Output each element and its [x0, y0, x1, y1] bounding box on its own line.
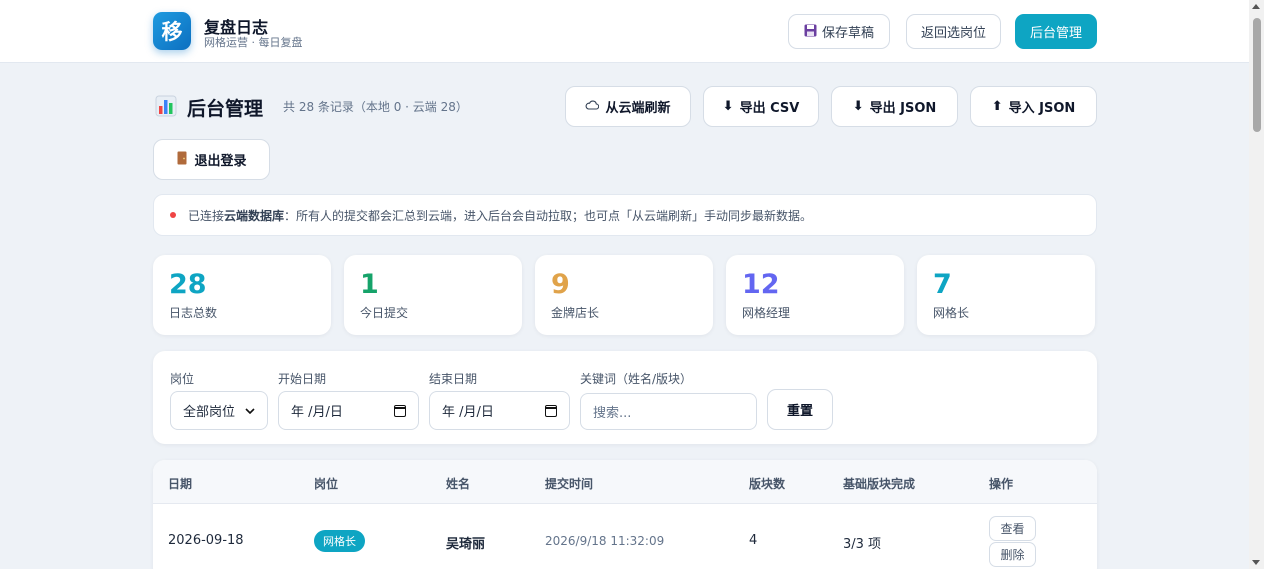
logo-char: 移 [161, 20, 183, 44]
stat-label: 今日提交 [360, 306, 409, 320]
stat-label: 金牌店长 [551, 306, 600, 320]
role-badge: 网格长 [314, 530, 365, 552]
notice-prefix: 已连接 [188, 208, 225, 223]
end-date-value: 年 /月/日 [442, 405, 494, 420]
calendar-icon[interactable] [394, 404, 406, 417]
table-header: 日期 岗位 姓名 提交时间 版块数 基础版块完成 操作 [153, 460, 1097, 504]
delete-button[interactable]: 删除 [989, 542, 1036, 567]
keyword-search-input[interactable]: 搜索... [580, 393, 757, 430]
reset-button[interactable]: 重置 [767, 389, 833, 430]
app-logo: 移 [153, 12, 191, 50]
stat-label: 网格长 [933, 306, 970, 320]
column-header-name: 姓名 [446, 477, 471, 491]
stat-label: 日志总数 [169, 306, 218, 320]
logout-button[interactable]: 退出登录 [153, 139, 270, 180]
logout-label: 退出登录 [194, 154, 247, 169]
notice-text: ：所有人的提交都会汇总到云端，进入后台会自动拉取；也可点「从云端刷新」手动同步最… [284, 208, 813, 223]
calendar-icon[interactable] [545, 404, 557, 417]
keyword-placeholder: 搜索... [593, 406, 632, 421]
row-base-complete: 3/3 项 [843, 537, 882, 552]
stat-card-total: 28 日志总数 [153, 255, 331, 335]
notice-strong: 云端数据库 [224, 208, 285, 223]
stat-value: 9 [551, 269, 570, 300]
bar-chart-icon [155, 95, 177, 117]
stat-label: 网格经理 [742, 306, 791, 320]
scroll-down-arrow-icon[interactable] [1252, 560, 1260, 565]
status-dot-icon [170, 212, 176, 218]
column-header-base-complete: 基础版块完成 [843, 477, 916, 491]
stat-card-gold-manager: 9 金牌店长 [535, 255, 713, 335]
stat-card-grid-manager: 12 网格经理 [726, 255, 904, 335]
import-json-button[interactable]: ⬆ 导入 JSON [970, 86, 1097, 127]
column-header-actions: 操作 [989, 477, 1014, 491]
download-arrow-icon: ⬇ [852, 99, 864, 114]
page-scrollbar[interactable] [1249, 0, 1264, 569]
stat-card-today: 1 今日提交 [344, 255, 522, 335]
import-json-label: 导入 JSON [1008, 101, 1076, 116]
start-date-value: 年 /月/日 [291, 405, 343, 420]
page-title: 后台管理 [187, 98, 264, 120]
chevron-down-icon [245, 403, 255, 418]
role-select-value: 全部岗位 [183, 405, 236, 420]
start-date-label: 开始日期 [278, 372, 327, 386]
cloud-icon [585, 99, 600, 114]
cloud-refresh-button[interactable]: 从云端刷新 [565, 86, 691, 127]
delete-label: 删除 [1000, 548, 1025, 562]
admin-button[interactable]: 后台管理 [1015, 14, 1097, 49]
row-block-count: 4 [749, 533, 758, 548]
stat-card-grid-head: 7 网格长 [917, 255, 1095, 335]
export-csv-label: 导出 CSV [739, 101, 800, 116]
role-select[interactable]: 全部岗位 [170, 391, 268, 430]
view-label: 查看 [1000, 522, 1025, 536]
column-header-submit-time: 提交时间 [545, 477, 594, 491]
export-json-button[interactable]: ⬇ 导出 JSON [831, 86, 958, 127]
export-json-label: 导出 JSON [869, 101, 937, 116]
stat-value: 7 [933, 269, 952, 300]
download-arrow-icon: ⬇ [722, 99, 734, 114]
end-date-input[interactable]: 年 /月/日 [429, 391, 570, 430]
back-label: 返回选岗位 [920, 26, 986, 41]
cloud-refresh-label: 从云端刷新 [605, 101, 671, 116]
stat-value: 28 [169, 269, 207, 300]
log-table: 日期 岗位 姓名 提交时间 版块数 基础版块完成 操作 2026-09-18 网… [153, 460, 1097, 569]
top-bar: 移 复盘日志 网格运营 · 每日复盘 保存草稿 返回选岗位 后台管理 [0, 0, 1249, 63]
stat-value: 12 [742, 269, 780, 300]
record-count: 共 28 条记录（本地 0 · 云端 28） [283, 100, 468, 114]
back-to-role-button[interactable]: 返回选岗位 [906, 14, 1001, 49]
save-draft-button[interactable]: 保存草稿 [788, 14, 890, 49]
row-name: 吴琦丽 [446, 537, 486, 552]
row-submit-time: 2026/9/18 11:32:09 [545, 534, 665, 548]
export-csv-button[interactable]: ⬇ 导出 CSV [703, 86, 819, 127]
start-date-input[interactable]: 年 /月/日 [278, 391, 419, 430]
reset-label: 重置 [786, 404, 813, 419]
stat-value: 1 [360, 269, 379, 300]
row-date: 2026-09-18 [168, 533, 244, 548]
door-icon [176, 151, 188, 169]
column-header-block-count: 版块数 [749, 477, 786, 491]
column-header-date: 日期 [168, 477, 193, 491]
view-button[interactable]: 查看 [989, 516, 1036, 541]
keyword-label: 关键词（姓名/版块） [580, 372, 693, 386]
floppy-disk-icon [804, 24, 817, 40]
role-filter-label: 岗位 [170, 372, 195, 386]
end-date-label: 结束日期 [429, 372, 478, 386]
column-header-role: 岗位 [314, 477, 339, 491]
save-draft-label: 保存草稿 [821, 26, 874, 41]
scroll-up-arrow-icon[interactable] [1252, 4, 1260, 9]
cloud-status-notice: 已连接 云端数据库 ：所有人的提交都会汇总到云端，进入后台会自动拉取；也可点「从… [153, 194, 1097, 236]
scrollbar-thumb[interactable] [1253, 18, 1261, 132]
app-subtitle: 网格运营 · 每日复盘 [204, 36, 303, 49]
upload-arrow-icon: ⬆ [991, 99, 1003, 114]
filter-panel: 岗位 全部岗位 开始日期 年 /月/日 结束日期 年 /月/日 关键词（姓名/版… [153, 351, 1097, 444]
admin-label: 后台管理 [1029, 26, 1082, 41]
